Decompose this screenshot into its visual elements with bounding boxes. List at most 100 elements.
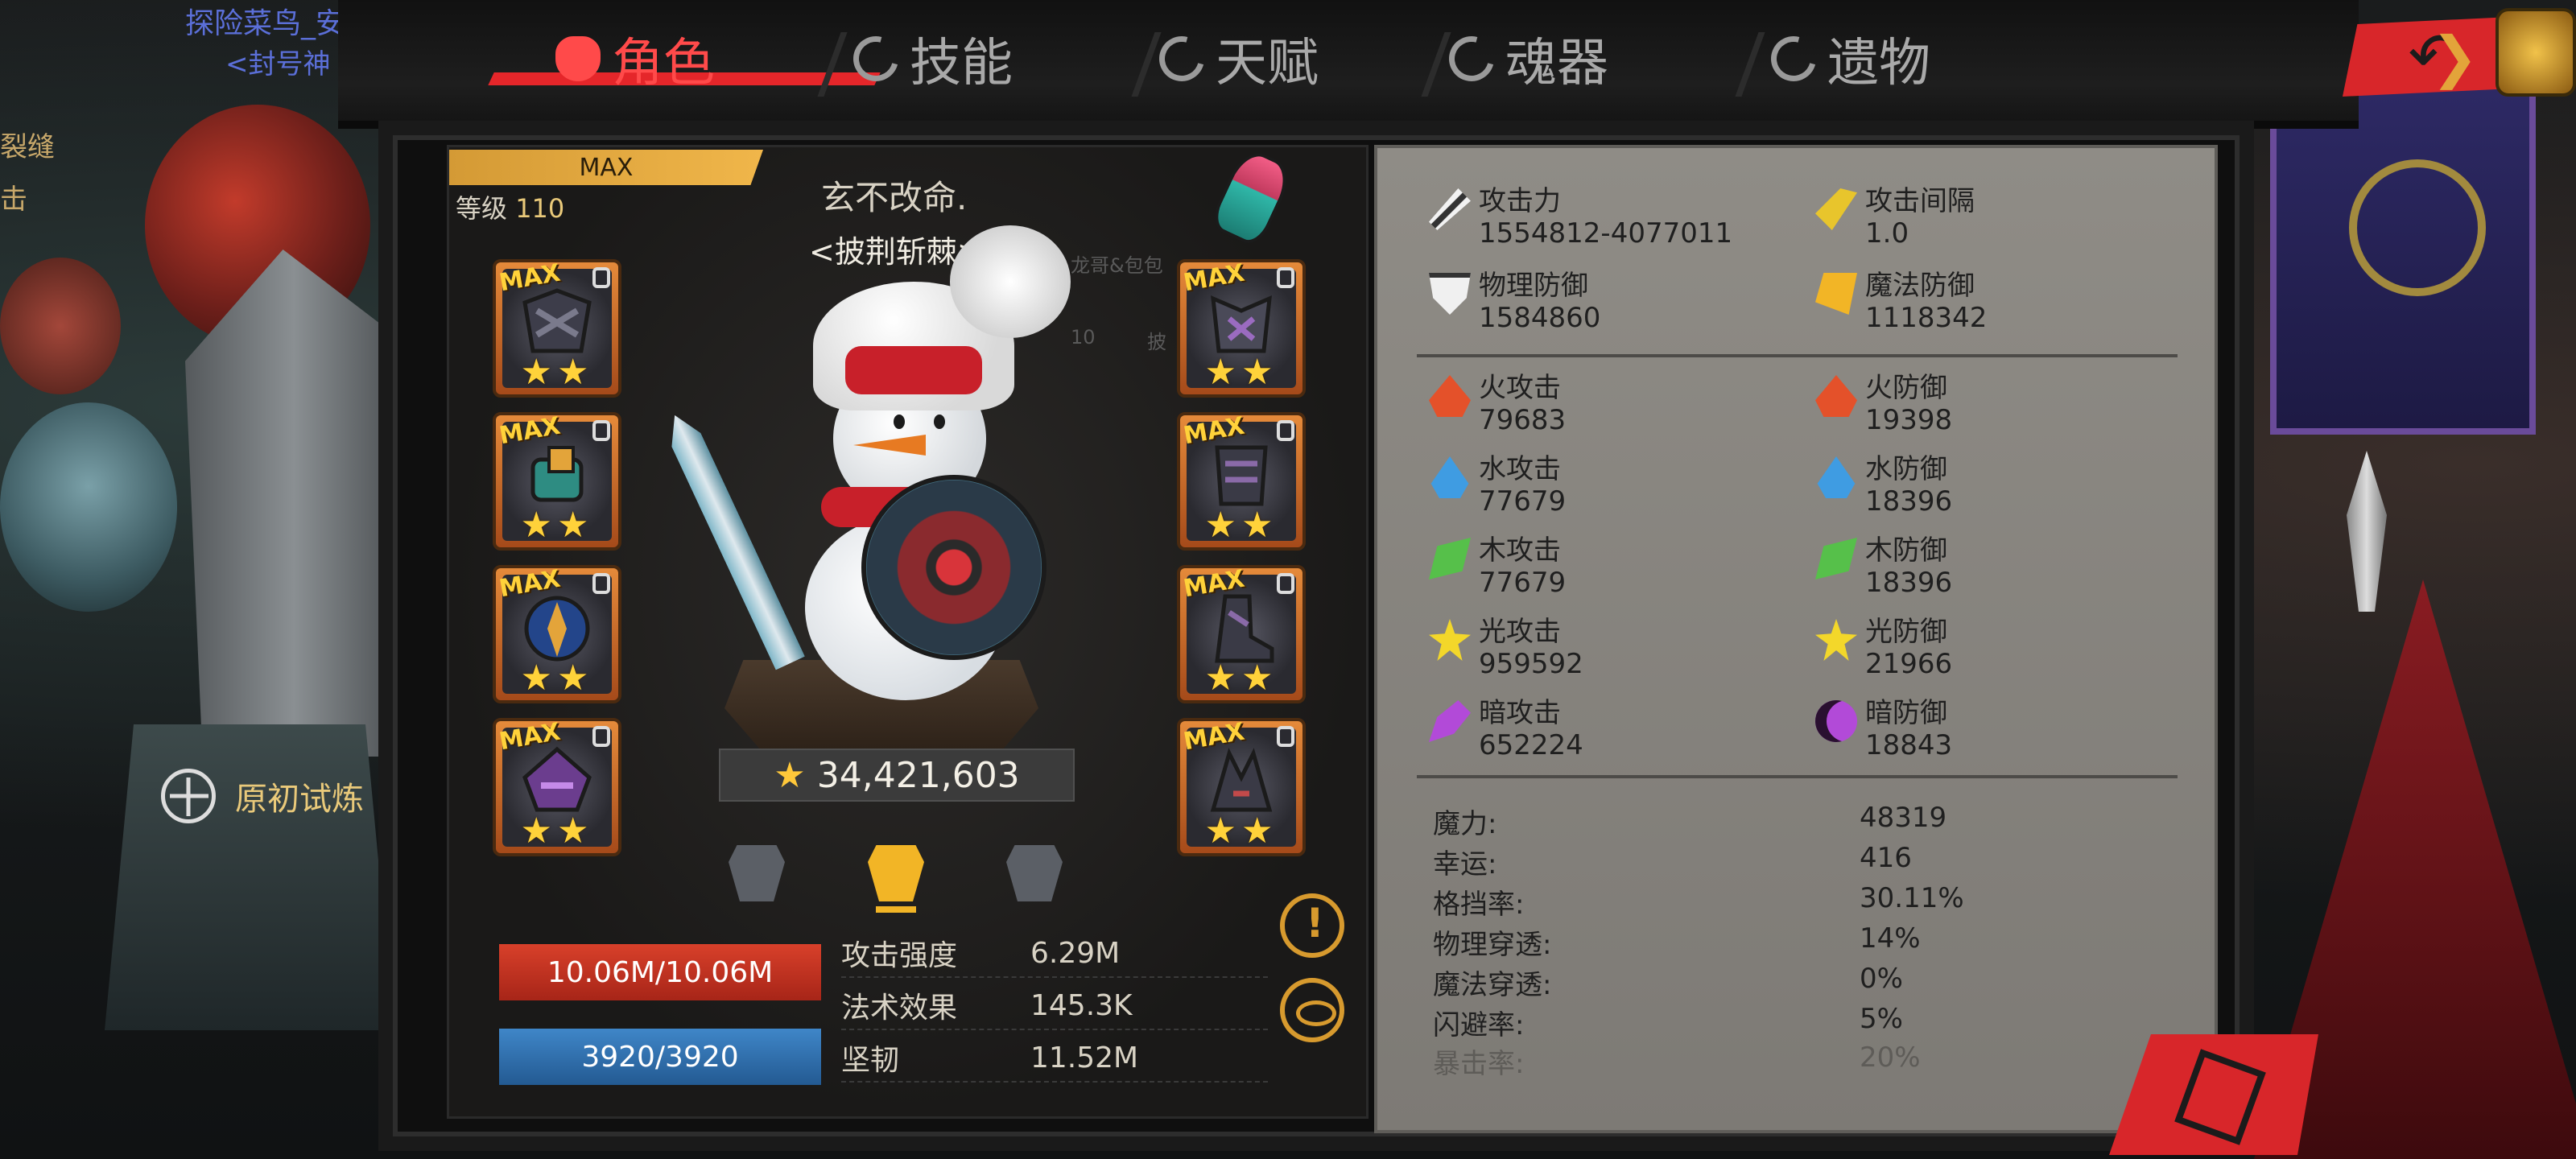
tab-label: 魂器 (1505, 34, 1608, 93)
active-indicator (876, 906, 916, 913)
info-alert-button[interactable] (1280, 893, 1344, 958)
star-rating: ★★ (1204, 352, 1278, 393)
stat-water-attack: 水攻击 77679 (1429, 453, 1566, 518)
stat-label: 光攻击 (1479, 616, 1561, 648)
stat-attack-interval: 攻击间隔 1.0 (1815, 185, 1975, 250)
equipment-slot[interactable]: MAX ★★ (493, 412, 621, 551)
claw-icon (1210, 748, 1273, 812)
hp-bar: 10.06M/10.06M (499, 944, 821, 1000)
tab-character[interactable]: 角色 (555, 14, 715, 103)
tab-skills[interactable]: 技能 (844, 14, 1013, 103)
stat-value: 77679 (1479, 567, 1567, 599)
star-rating: ★★ (520, 352, 594, 393)
stat-label: 暗攻击 (1479, 697, 1561, 729)
chest-armor-icon (1211, 295, 1272, 353)
devil-icon (555, 36, 601, 81)
lock-icon (592, 267, 610, 288)
stat-value: 1554812-4077011 (1479, 217, 1733, 250)
stat-value: 77679 (1479, 485, 1567, 518)
background-text: 10 (1071, 326, 1096, 349)
outfit-tab-1[interactable] (720, 829, 793, 909)
star-rating: ★★ (1204, 658, 1278, 699)
pompom (950, 225, 1071, 338)
relic-icon (1762, 27, 1825, 90)
tab-label: 天赋 (1216, 34, 1319, 93)
equipment-slot[interactable]: MAX ★★ (1177, 718, 1306, 856)
equipment-slot[interactable]: MAX ★★ (493, 718, 621, 856)
mp-bar: 3920/3920 (499, 1029, 821, 1085)
lock-icon (1277, 267, 1294, 288)
equipment-slot[interactable]: MAX ★★ (1177, 565, 1306, 703)
spike (2347, 451, 2387, 612)
misc-stat-label: 暴击率: (1433, 1048, 1525, 1080)
equipment-slot[interactable]: MAX ★★ (1177, 412, 1306, 551)
player-name[interactable]: 探险菜鸟_安 (185, 0, 345, 42)
equipment-slot[interactable]: MAX ★★ (493, 259, 621, 398)
wood-defense-icon (1815, 538, 1857, 580)
stat-value: 1584860 (1479, 302, 1601, 334)
divider (1417, 354, 2178, 357)
equipment-slot[interactable]: MAX ★★ (1177, 259, 1306, 398)
player-title: <封号神 (225, 48, 331, 80)
primordial-trial-button[interactable]: 原初试炼 (161, 769, 364, 823)
stat-label: 火防御 (1865, 372, 1947, 404)
star-rating: ★★ (520, 505, 594, 546)
crosshair-icon (161, 769, 216, 823)
helmet-icon (522, 288, 592, 353)
stat-value: 6.29M (1030, 936, 1121, 970)
stat-light-defense: 光防御 21966 (1815, 616, 1952, 680)
soul-icon (1440, 27, 1503, 90)
boots-icon (1215, 594, 1274, 663)
mini-stat-row: 法术效果 145.3K (841, 982, 1268, 1030)
wing-icon (1815, 188, 1857, 230)
left-scenery: 探险菜鸟_安 <封号神 裂缝 击 (0, 0, 419, 1159)
stat-value: 18396 (1865, 485, 1953, 518)
stat-label: 水攻击 (1479, 453, 1561, 485)
tab-relics[interactable]: 遗物 (1762, 14, 1930, 103)
star-rating: ★★ (1204, 810, 1278, 852)
stat-label: 坚韧 (841, 1044, 900, 1077)
star-icon: ★ (774, 754, 806, 796)
stat-label: 魔法防御 (1865, 270, 1975, 302)
tab-separator (1421, 32, 1451, 97)
stat-label: 光防御 (1865, 616, 1947, 648)
stat-value: 19398 (1865, 404, 1953, 436)
background-text: 龙哥&包包 (1071, 254, 1163, 277)
stat-attack: 攻击力 1554812-4077011 (1429, 185, 1732, 250)
treasure-chest-button[interactable] (2496, 8, 2576, 97)
misc-stat-label: 魔力: (1433, 808, 1497, 840)
level-label: 等级 (456, 193, 508, 224)
dark-defense-icon (1815, 700, 1857, 742)
star-rating: ★★ (520, 810, 594, 852)
stat-label: 水防御 (1865, 453, 1947, 485)
swirl-icon (844, 27, 907, 90)
next-arrow-icon[interactable]: ❯ (2431, 24, 2479, 90)
character-name: 玄不改命. (821, 178, 968, 217)
lock-icon (1277, 420, 1294, 441)
stat-dark-attack: 暗攻击 652224 (1429, 697, 1583, 761)
right-scenery (2222, 0, 2576, 1159)
stat-value: 21966 (1865, 648, 1953, 680)
orbit-button[interactable] (1280, 978, 1344, 1042)
outfit-tab-2[interactable] (860, 829, 932, 913)
bracer-icon (530, 446, 584, 502)
power-score: ★ 34,421,603 (719, 749, 1075, 802)
stone-obelisk (185, 250, 402, 757)
stat-label: 物理防御 (1479, 270, 1588, 302)
stat-label: 暗防御 (1865, 697, 1947, 729)
tab-soul-vessels[interactable]: 魂器 (1440, 14, 1608, 103)
monster-sprite (0, 258, 121, 394)
mini-stat-row: 攻击强度 6.29M (841, 930, 1268, 978)
equipment-slot[interactable]: MAX ★★ (493, 565, 621, 703)
divider (1417, 775, 2178, 778)
stat-label: 攻击强度 (841, 939, 958, 972)
stat-fire-defense: 火防御 19398 (1815, 372, 1952, 436)
tab-talents[interactable]: 天赋 (1150, 14, 1319, 103)
greaves-icon (1215, 445, 1268, 506)
magic-shield-icon (1815, 273, 1857, 315)
stat-value: 18843 (1865, 729, 1953, 761)
tab-separator (1735, 32, 1765, 97)
stat-dark-defense: 暗防御 18843 (1815, 697, 1952, 761)
outfit-tab-3[interactable] (998, 829, 1071, 909)
star-rating: ★★ (1204, 505, 1278, 546)
